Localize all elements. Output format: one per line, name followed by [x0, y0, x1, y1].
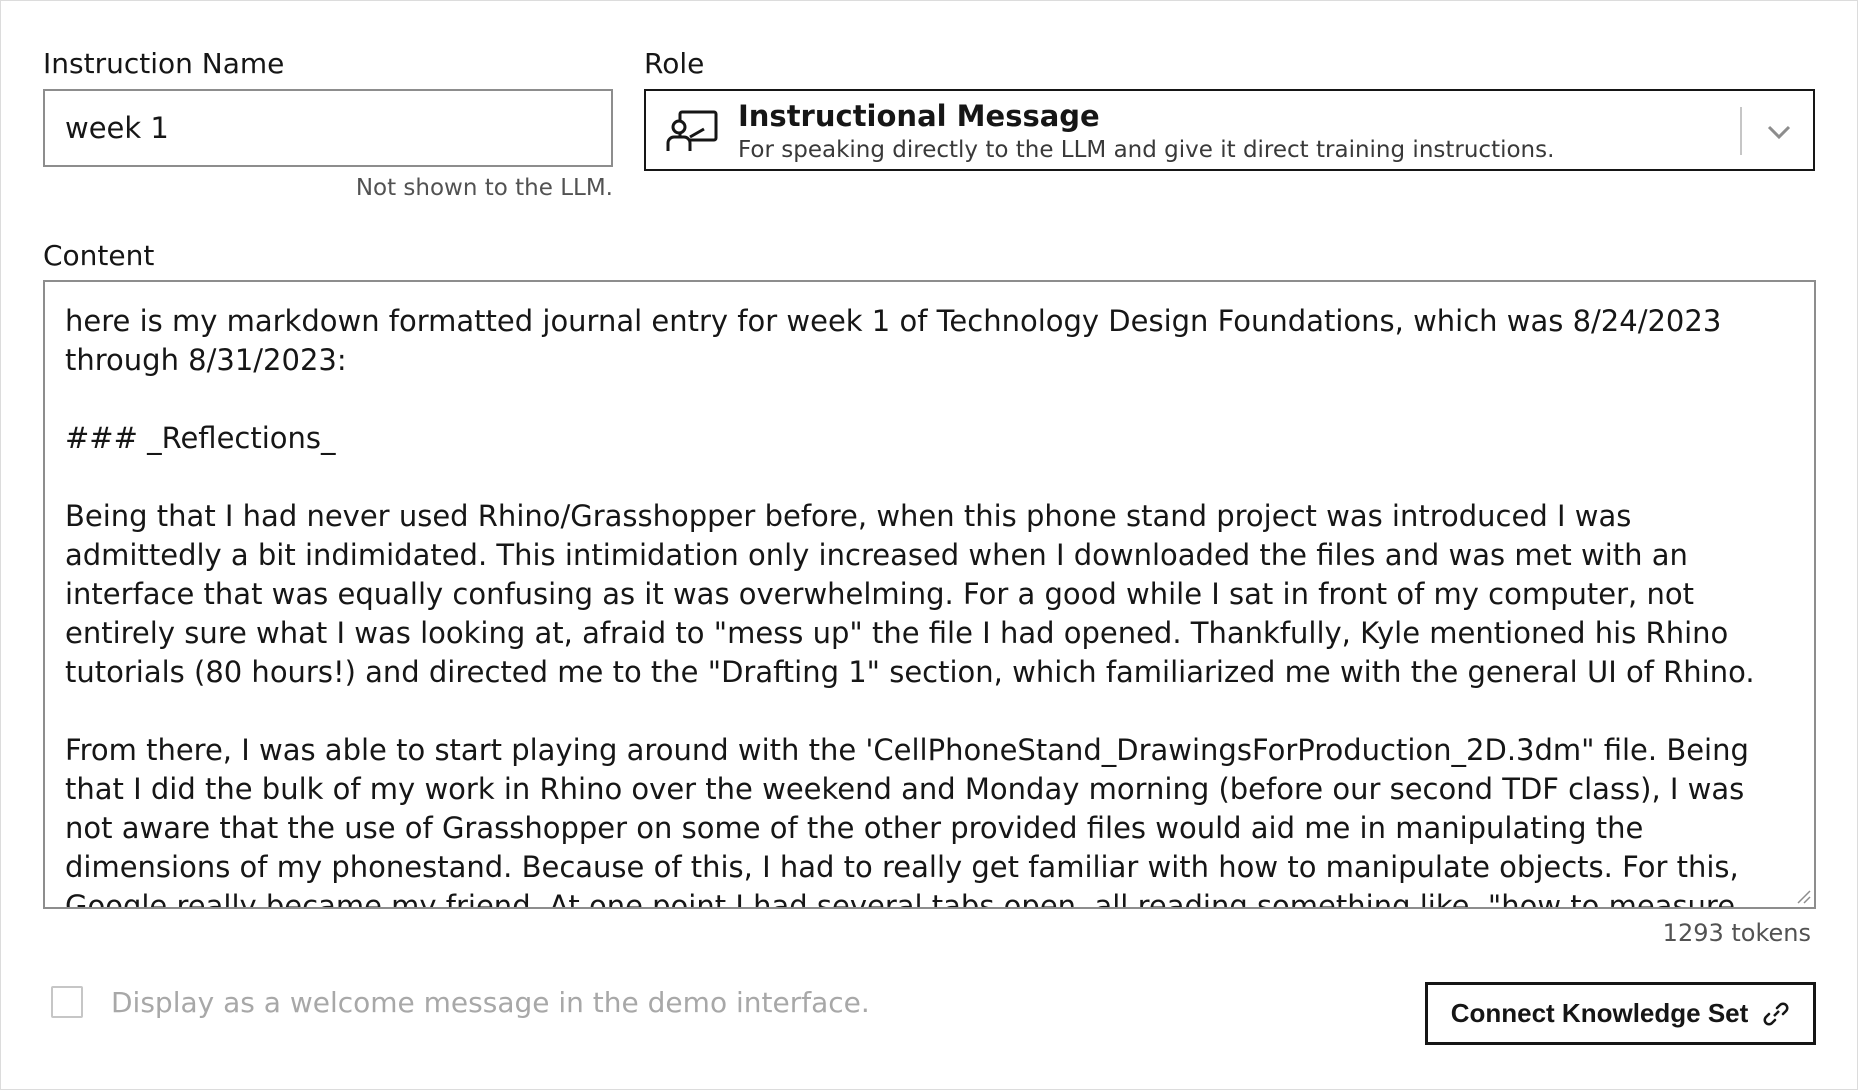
welcome-message-checkbox[interactable]: [51, 986, 83, 1018]
role-label: Role: [644, 47, 705, 80]
content-label: Content: [43, 239, 155, 272]
instruction-name-input[interactable]: [43, 89, 613, 167]
content-text[interactable]: here is my markdown formatted journal en…: [65, 302, 1796, 907]
link-icon: [1763, 1002, 1789, 1025]
connect-knowledge-set-label: Connect Knowledge Set: [1450, 998, 1749, 1028]
role-select[interactable]: Instructional Message For speaking direc…: [644, 89, 1815, 171]
chevron-down-icon[interactable]: [1764, 117, 1794, 147]
role-divider: [1740, 107, 1742, 155]
instruction-name-label: Instruction Name: [43, 47, 285, 80]
instruction-name-helper: Not shown to the LLM.: [355, 175, 613, 201]
person-presenting-icon: [666, 110, 718, 151]
content-textarea[interactable]: here is my markdown formatted journal en…: [43, 280, 1816, 909]
instruction-form: Instruction Name Not shown to the LLM. R…: [0, 0, 1858, 1090]
welcome-message-label[interactable]: Display as a welcome message in the demo…: [111, 986, 870, 1020]
role-selected-description: For speaking directly to the LLM and giv…: [738, 137, 1555, 163]
role-selected-title: Instructional Message: [738, 99, 1100, 133]
connect-knowledge-set-button[interactable]: Connect Knowledge Set: [1425, 982, 1816, 1045]
token-count: 1293 tokens: [1662, 919, 1811, 947]
resize-handle-icon[interactable]: [1794, 887, 1812, 905]
